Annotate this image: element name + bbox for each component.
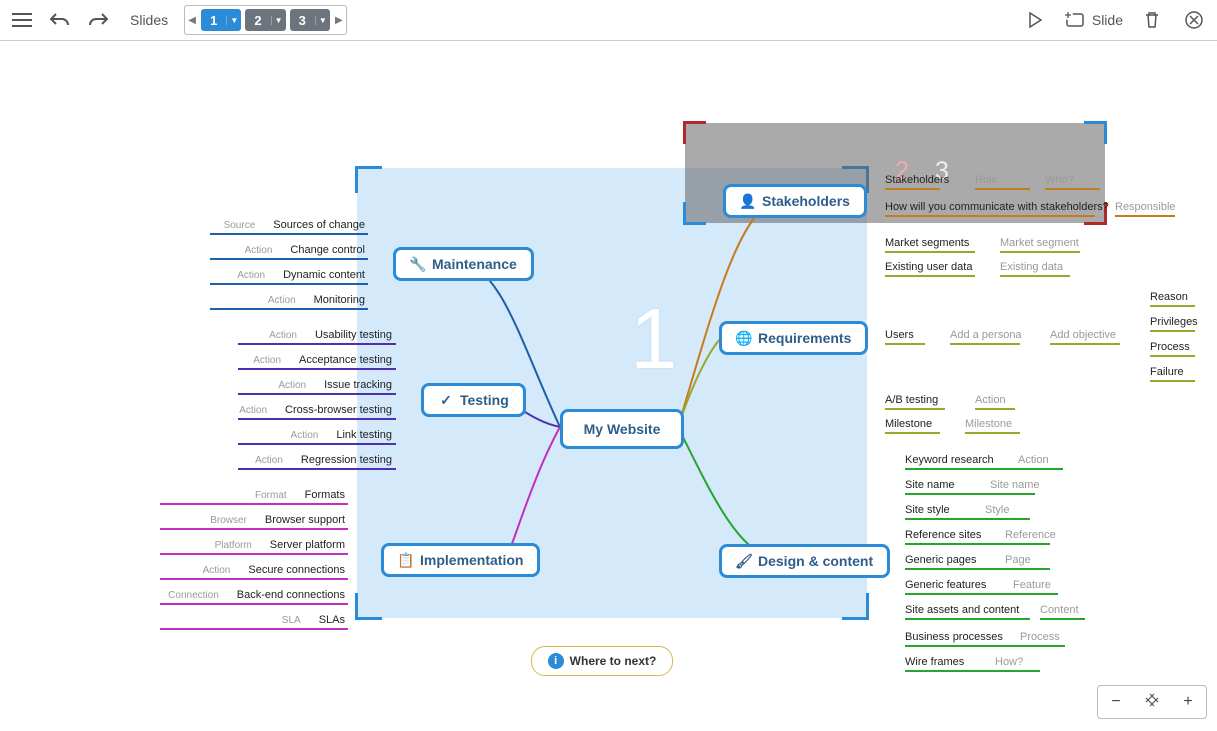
node-stakeholders[interactable]: 👤Stakeholders <box>723 184 867 218</box>
leaf-implementation[interactable]: SLASLAs <box>282 614 345 626</box>
leaf-design[interactable]: Site name <box>905 479 955 491</box>
leaf-testing[interactable]: ActionIssue tracking <box>278 379 392 391</box>
info-icon: i <box>548 653 564 669</box>
node-design[interactable]: 🖌Design & content <box>719 544 890 578</box>
brush-icon: 🖌 <box>736 553 752 569</box>
slide-prev[interactable]: ◀ <box>185 15 199 26</box>
leaf-maintenance[interactable]: ActionMonitoring <box>268 294 365 306</box>
leaf-design[interactable]: Site assets and content <box>905 604 1019 616</box>
node-implementation[interactable]: 📋Implementation <box>381 543 540 577</box>
leaf-design[interactable]: Content <box>1040 604 1079 616</box>
leaf-implementation[interactable]: BrowserBrowser support <box>210 514 345 526</box>
leaf-requirements[interactable]: Market segment <box>1000 237 1079 249</box>
leaf-implementation[interactable]: PlatformServer platform <box>215 539 345 551</box>
leaf-requirements[interactable]: Milestone <box>965 418 1012 430</box>
leaf-requirements[interactable]: Action <box>975 394 1006 406</box>
leaf-requirements[interactable]: Users <box>885 329 914 341</box>
leaf-stakeholders[interactable]: Responsible <box>1115 201 1176 213</box>
close-icon[interactable] <box>1181 8 1207 32</box>
zoom-in-button[interactable]: + <box>1173 693 1203 711</box>
leaf-requirements[interactable]: Add objective <box>1050 329 1116 341</box>
slide-1-watermark: 1 <box>630 291 677 389</box>
leaf-requirements[interactable]: Process <box>1150 341 1190 353</box>
leaf-design[interactable]: Keyword research <box>905 454 994 466</box>
leaf-design[interactable]: Style <box>985 504 1009 516</box>
leaf-requirements[interactable]: Privileges <box>1150 316 1198 328</box>
slides-label: Slides <box>130 12 168 28</box>
trash-icon[interactable] <box>1139 8 1165 32</box>
leaf-stakeholders[interactable]: Who? <box>1045 174 1074 186</box>
mindmap-canvas[interactable]: 1 2 3 My Website 🔧Maintenance ✓Testing 📋… <box>0 41 1217 731</box>
leaf-requirements[interactable]: Milestone <box>885 418 932 430</box>
leaf-maintenance[interactable]: SourceSources of change <box>224 219 365 231</box>
menu-icon[interactable] <box>10 8 34 32</box>
zoom-out-button[interactable]: − <box>1101 693 1131 711</box>
leaf-design[interactable]: Feature <box>1013 579 1051 591</box>
globe-icon: 🌐 <box>736 330 752 346</box>
clipboard-icon: 📋 <box>398 552 414 568</box>
leaf-implementation[interactable]: ActionSecure connections <box>203 564 345 576</box>
node-root[interactable]: My Website <box>560 409 684 449</box>
leaf-design[interactable]: Wire frames <box>905 656 964 668</box>
redo-icon[interactable] <box>86 8 110 32</box>
node-where-to-next[interactable]: iWhere to next? <box>531 646 673 676</box>
leaf-requirements[interactable]: Add a persona <box>950 329 1022 341</box>
leaf-requirements[interactable]: A/B testing <box>885 394 938 406</box>
node-testing[interactable]: ✓Testing <box>421 383 526 417</box>
leaf-maintenance[interactable]: ActionChange control <box>245 244 365 256</box>
play-icon[interactable] <box>1022 8 1048 32</box>
zoom-fit-button[interactable] <box>1137 691 1167 714</box>
user-icon: 👤 <box>740 193 756 209</box>
leaf-design[interactable]: Site style <box>905 504 950 516</box>
slide-tab-1[interactable]: 1▼ <box>201 9 241 31</box>
slide-tab-2[interactable]: 2▼ <box>245 9 285 31</box>
zoom-toolbar: − + <box>1097 685 1207 719</box>
leaf-design[interactable]: Reference <box>1005 529 1056 541</box>
node-requirements[interactable]: 🌐Requirements <box>719 321 868 355</box>
leaf-requirements[interactable]: Existing user data <box>885 261 972 273</box>
leaf-design[interactable]: Site name <box>990 479 1040 491</box>
leaf-requirements[interactable]: Existing data <box>1000 261 1063 273</box>
leaf-testing[interactable]: ActionLink testing <box>291 429 392 441</box>
leaf-implementation[interactable]: FormatFormats <box>255 489 345 501</box>
slide-next[interactable]: ▶ <box>332 15 346 26</box>
leaf-testing[interactable]: ActionAcceptance testing <box>253 354 392 366</box>
leaf-testing[interactable]: ActionCross-browser testing <box>239 404 392 416</box>
leaf-implementation[interactable]: ConnectionBack-end connections <box>168 589 345 601</box>
add-slide-button[interactable]: Slide <box>1064 11 1123 29</box>
wrench-icon: 🔧 <box>410 256 426 272</box>
slide-tab-3[interactable]: 3▼ <box>290 9 330 31</box>
leaf-maintenance[interactable]: ActionDynamic content <box>237 269 365 281</box>
leaf-design[interactable]: Action <box>1018 454 1049 466</box>
leaf-design[interactable]: Process <box>1020 631 1060 643</box>
leaf-design[interactable]: Reference sites <box>905 529 981 541</box>
leaf-design[interactable]: Business processes <box>905 631 1003 643</box>
leaf-requirements[interactable]: Market segments <box>885 237 969 249</box>
node-maintenance[interactable]: 🔧Maintenance <box>393 247 534 281</box>
undo-icon[interactable] <box>48 8 72 32</box>
leaf-requirements[interactable]: Reason <box>1150 291 1188 303</box>
leaf-design[interactable]: Generic features <box>905 579 986 591</box>
leaf-design[interactable]: Generic pages <box>905 554 977 566</box>
check-icon: ✓ <box>438 392 454 408</box>
leaf-requirements[interactable]: Failure <box>1150 366 1184 378</box>
leaf-stakeholders[interactable]: How will you communicate with stakeholde… <box>885 201 1109 213</box>
toolbar: Slides ◀ 1▼ 2▼ 3▼ ▶ Slide <box>0 0 1217 41</box>
leaf-testing[interactable]: ActionRegression testing <box>255 454 392 466</box>
leaf-stakeholders[interactable]: Role <box>975 174 998 186</box>
slide-switcher: ◀ 1▼ 2▼ 3▼ ▶ <box>184 5 347 35</box>
leaf-design[interactable]: How? <box>995 656 1023 668</box>
leaf-testing[interactable]: ActionUsability testing <box>269 329 392 341</box>
leaf-design[interactable]: Page <box>1005 554 1031 566</box>
leaf-stakeholders[interactable]: Stakeholders <box>885 174 949 186</box>
